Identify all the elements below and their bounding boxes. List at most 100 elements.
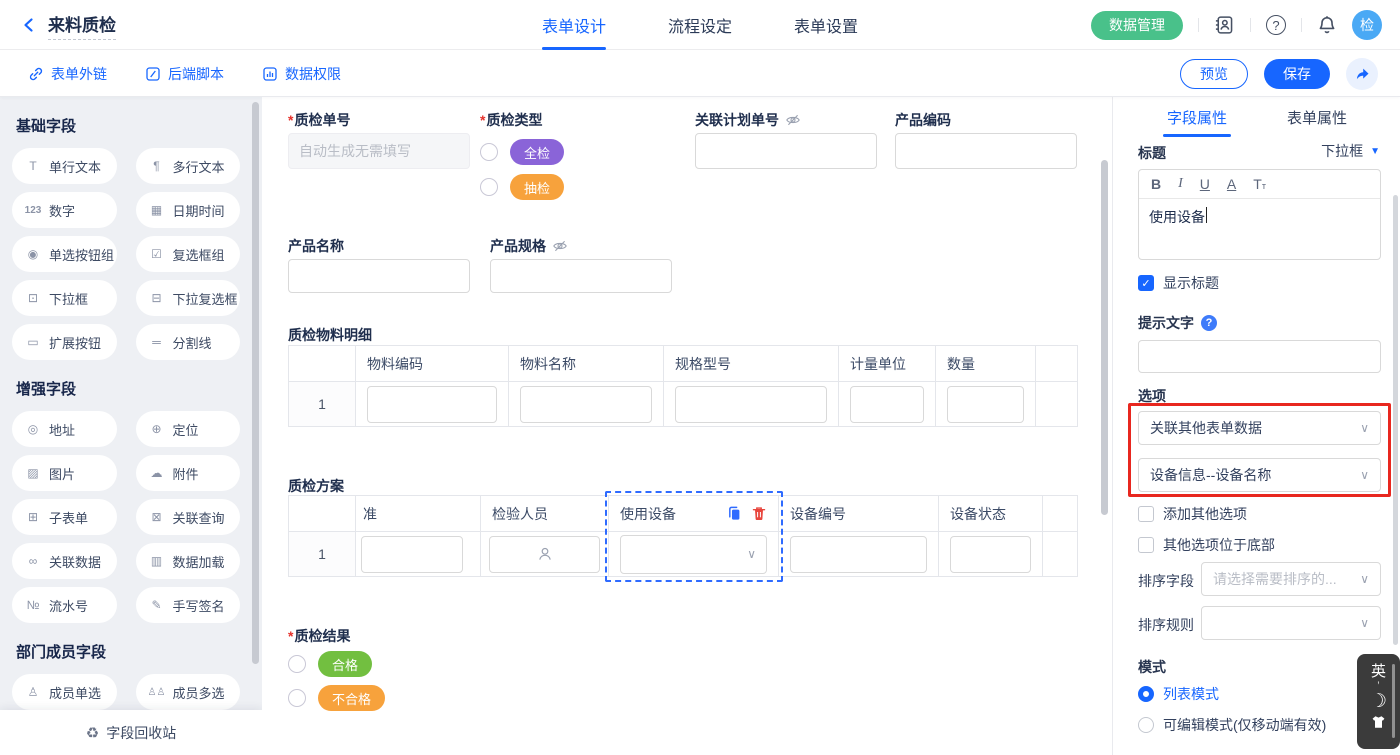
field-item-data-load[interactable]: ▥数据加载 [136,543,241,579]
field-item-member-multi[interactable]: ♙♙成员多选 [136,674,241,710]
delete-column-icon[interactable] [751,505,767,522]
product-name-input[interactable] [288,259,470,293]
device-select[interactable]: ∨ [620,535,767,574]
field-recycle-bin[interactable]: ♻ 字段回收站 [0,710,262,755]
tab-form-properties[interactable]: 表单属性 [1277,107,1357,128]
other-option-bottom-checkbox[interactable]: 其他选项位于底部 [1138,535,1275,555]
field-item-multi-text[interactable]: ¶多行文本 [136,148,241,184]
inspect-type-option-full[interactable]: 全检 [480,139,564,165]
sort-rule-select[interactable]: ∨ [1201,606,1381,640]
table-cell-input[interactable] [367,386,497,423]
add-other-option-checkbox[interactable]: 添加其他选项 [1138,504,1247,524]
field-item-divider[interactable]: ═分割线 [136,324,241,360]
mode-editable-radio[interactable]: 可编辑模式(仅移动端有效) [1138,715,1326,735]
column-header[interactable]: 数量 [936,346,1036,381]
field-item-number[interactable]: 123数字 [12,192,117,228]
title-editor-input[interactable]: 使用设备 [1139,199,1380,235]
ime-language-indicator[interactable]: 英 [1371,660,1386,681]
skin-shirt-icon[interactable] [1370,714,1387,730]
moon-icon[interactable]: ☽ [1370,691,1387,713]
option-source-select[interactable]: 关联其他表单数据 ∨ [1138,411,1381,445]
column-header[interactable]: 设备状态 [939,496,1043,531]
field-item-member-single[interactable]: ♙成员单选 [12,674,117,710]
table-cell-input[interactable] [361,536,463,573]
table-cell-input[interactable] [790,536,927,573]
table-cell-input[interactable] [675,386,827,423]
mode-list-radio[interactable]: 列表模式 [1138,684,1219,704]
show-title-checkbox[interactable]: ✓ 显示标题 [1138,273,1219,293]
preview-button[interactable]: 预览 [1180,59,1248,89]
column-header-truncated[interactable]: 准 [356,496,481,531]
field-label-inspect-no: *质检单号 [288,110,350,130]
field-item-linked-data[interactable]: ∞关联数据 [12,543,117,579]
inspect-no-input[interactable] [288,133,470,169]
column-header[interactable]: 物料编码 [356,346,509,381]
backend-script-button[interactable]: 后端脚本 [145,64,224,84]
hint-help-icon[interactable]: ? [1201,315,1217,331]
tab-form-setting[interactable]: 表单设置 [794,0,858,50]
table-cell-input[interactable] [520,386,652,423]
signature-pen-icon: ✎ [148,598,166,612]
field-item-datetime[interactable]: ▦日期时间 [136,192,241,228]
sort-field-select[interactable]: 请选择需要排序的... ∨ [1201,562,1381,596]
field-item-linked-query[interactable]: ⊠关联查询 [136,499,241,535]
column-header[interactable]: 物料名称 [509,346,664,381]
field-item-image[interactable]: ▨图片 [12,455,117,491]
field-item-signature[interactable]: ✎手写签名 [136,587,241,623]
tab-field-properties[interactable]: 字段属性 [1157,107,1237,128]
ime-punctuation-indicator[interactable]: ’ [1377,682,1379,690]
main-tabs: 表单设计 流程设定 表单设置 [542,0,858,50]
column-header[interactable]: 检验人员 [481,496,609,531]
field-item-dropdown-multi[interactable]: ⊟下拉复选框 [136,280,241,316]
inspect-type-option-sample[interactable]: 抽检 [480,174,564,200]
option-field-select[interactable]: 设备信息--设备名称 ∨ [1138,458,1381,492]
sidebar-scrollbar[interactable] [252,102,259,664]
product-code-input[interactable] [895,133,1077,169]
product-spec-input[interactable] [490,259,672,293]
external-link-button[interactable]: 表单外链 [28,64,107,84]
column-header[interactable]: 规格型号 [664,346,839,381]
canvas-scrollbar[interactable] [1101,160,1108,515]
table-cell-input[interactable] [947,386,1024,423]
notification-bell-icon[interactable] [1317,15,1337,35]
bold-button[interactable]: B [1151,176,1161,192]
italic-button[interactable]: I [1178,176,1183,192]
contacts-book-icon[interactable] [1214,15,1235,35]
field-item-location[interactable]: ⊕定位 [136,411,241,447]
help-icon[interactable]: ? [1266,15,1286,35]
column-header[interactable]: 设备编号 [779,496,939,531]
user-avatar[interactable]: 检 [1352,10,1382,40]
font-size-button[interactable]: T [1253,176,1266,192]
field-item-checkbox-group[interactable]: ☑复选框组 [136,236,241,272]
field-item-serial-number[interactable]: №流水号 [12,587,117,623]
panel-scrollbar[interactable] [1393,195,1398,645]
share-button[interactable] [1346,58,1378,90]
data-manage-button[interactable]: 数据管理 [1091,11,1183,40]
person-icon [537,546,553,562]
field-item-single-text[interactable]: T单行文本 [12,148,117,184]
underline-button[interactable]: U [1200,176,1210,192]
field-item-address[interactable]: ◎地址 [12,411,117,447]
field-item-subform[interactable]: ⊞子表单 [12,499,117,535]
copy-column-icon[interactable] [726,505,743,522]
field-item-dropdown[interactable]: ⊡下拉框 [12,280,117,316]
tab-form-design[interactable]: 表单设计 [542,0,606,50]
column-header-selected[interactable]: 使用设备 [609,496,779,531]
result-option-pass[interactable]: 合格 [288,651,372,677]
save-button[interactable]: 保存 [1264,59,1330,89]
ime-status-widget[interactable]: 英 ’ ☽ [1357,654,1400,749]
hint-text-input[interactable] [1138,340,1381,373]
back-button[interactable] [20,16,38,34]
column-header[interactable]: 计量单位 [839,346,936,381]
result-option-fail[interactable]: 不合格 [288,685,385,711]
field-type-dropdown[interactable]: 下拉框 ▼ [1321,141,1380,161]
table-cell-input[interactable] [950,536,1031,573]
table-cell-input[interactable] [850,386,924,423]
field-item-attachment[interactable]: ☁附件 [136,455,241,491]
plan-no-input[interactable] [695,133,877,169]
data-permission-button[interactable]: 数据权限 [262,64,341,84]
field-item-radio-group[interactable]: ◉单选按钮组 [12,236,117,272]
font-color-button[interactable]: A [1227,176,1236,192]
field-item-extend-button[interactable]: ▭扩展按钮 [12,324,117,360]
tab-flow-setting[interactable]: 流程设定 [668,0,732,50]
